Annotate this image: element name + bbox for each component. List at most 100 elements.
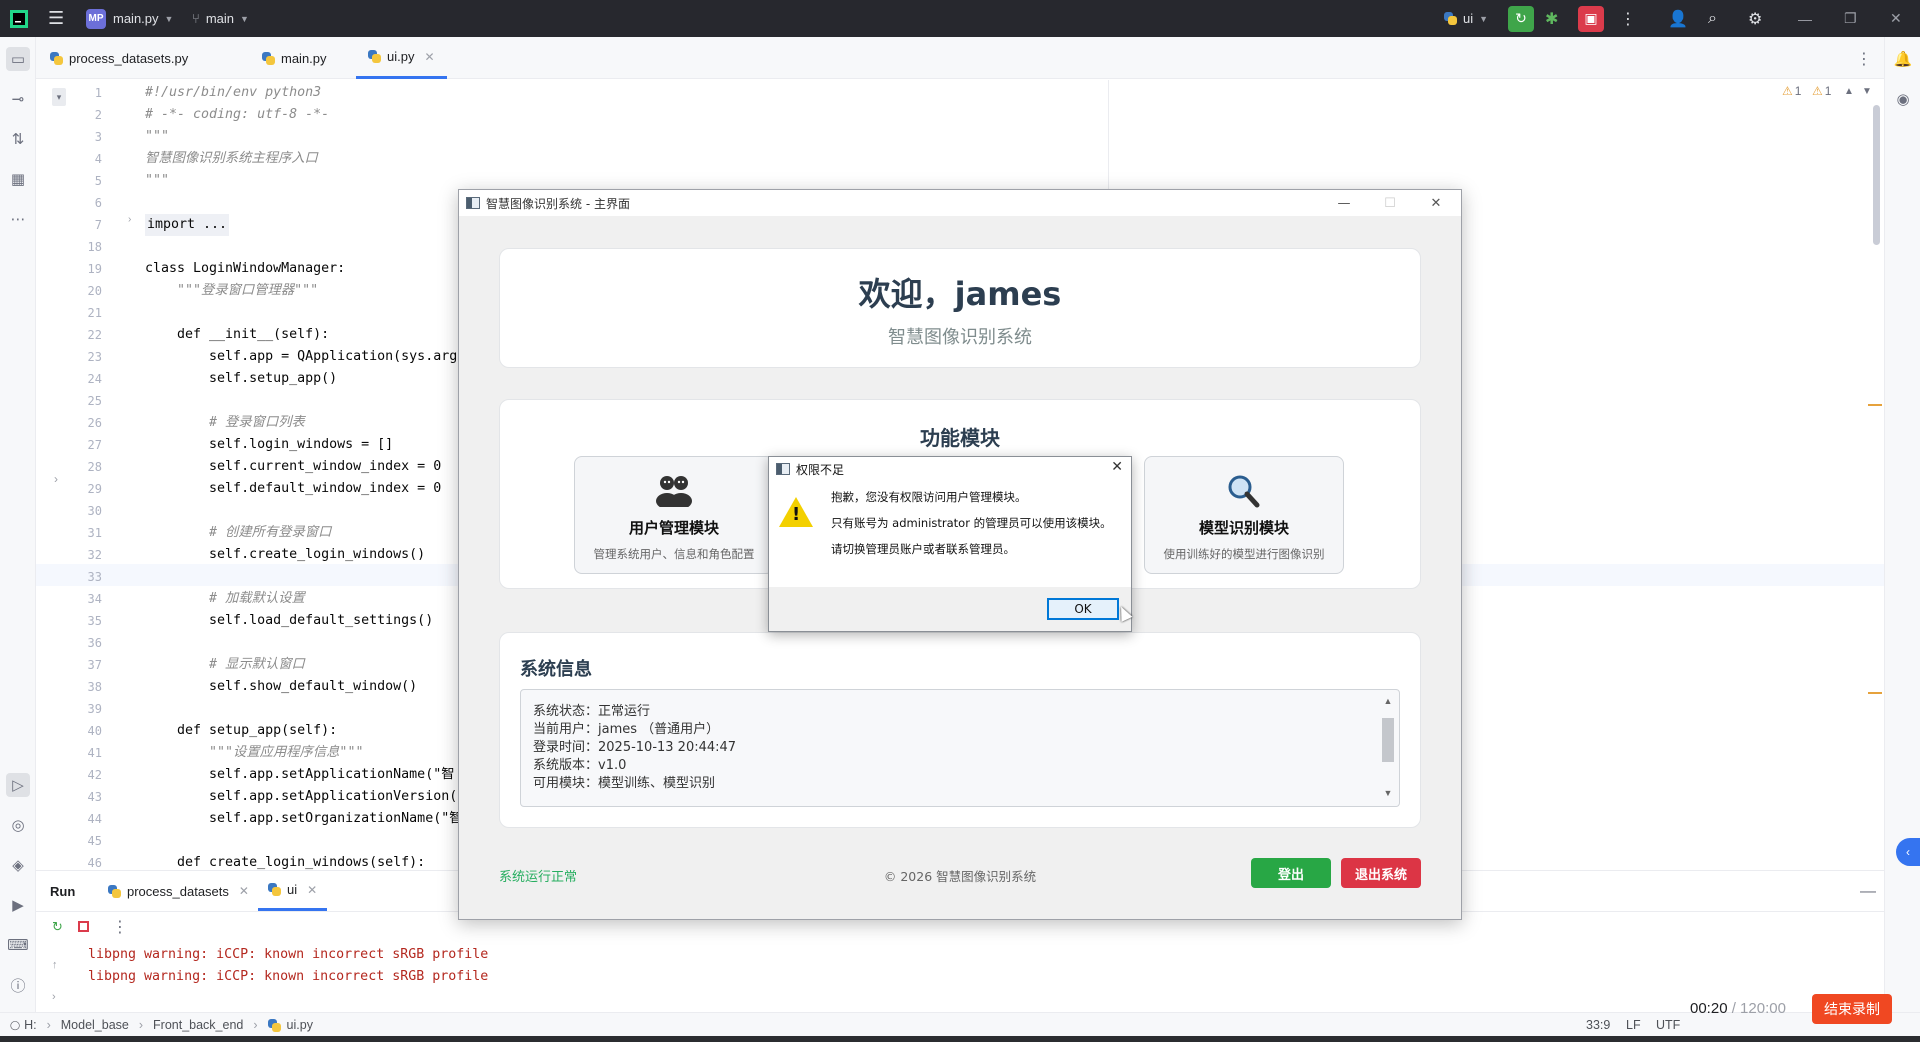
layers-icon[interactable]: ◈ [6,853,30,877]
project-folder-icon[interactable]: ▭ [6,47,30,71]
terminal-icon[interactable]: ⌨ [6,933,30,957]
warning-stripe-marker[interactable] [1868,692,1882,694]
python-packages-icon[interactable]: ◎ [6,813,30,837]
code-line[interactable]: self.app.setApplicationName("智 [145,764,454,786]
code-line[interactable]: self.show_default_window() [145,676,417,698]
model-recognition-module[interactable]: 模型识别模块 使用训练好的模型进行图像识别 [1144,456,1344,574]
run-tab-ui[interactable]: ui ✕ [258,871,328,911]
more-actions-icon[interactable]: ⋮ [112,917,128,937]
code-line[interactable]: # 创建所有登录窗口 [145,522,331,544]
tab-options-icon[interactable]: ⋮ [1856,49,1872,69]
tab-close-icon[interactable]: ✕ [424,50,434,64]
tab-close-icon[interactable]: ✕ [239,884,249,898]
code-line[interactable]: # 显示默认窗口 [145,654,305,676]
fold-arrow-icon[interactable]: › [128,214,131,225]
branch-selector[interactable]: ⑂ main ▼ [192,0,249,37]
commit-icon[interactable]: ⊸ [6,87,30,111]
pull-requests-icon[interactable]: ⇅ [6,127,30,151]
code-line[interactable]: self.current_window_index = 0 [145,456,441,478]
system-info-scrollbar[interactable]: ▲ ▼ [1381,696,1395,800]
expand-icon[interactable]: › [52,991,56,1003]
stop-recording-button[interactable]: 结束录制 [1812,994,1892,1024]
run-tool-icon[interactable]: ▷ [6,773,30,797]
fold-toggle-icon[interactable]: ▾ [52,88,66,106]
code-line[interactable]: """设置应用程序信息""" [145,742,363,764]
maximize-icon[interactable]: ☐ [1367,190,1413,216]
add-user-icon[interactable]: 👤 [1668,0,1688,37]
notifications-icon[interactable]: 🔔 [1891,47,1915,71]
code-line[interactable]: 智慧图像识别系统主程序入口 [145,148,318,170]
expand-panel-icon[interactable]: › [54,472,58,486]
code-line[interactable]: class LoginWindowManager: [145,258,345,280]
services-icon[interactable]: ▶ [6,893,30,917]
code-line[interactable]: import ... [145,214,230,236]
scroll-thumb[interactable] [1382,718,1394,762]
user-management-module[interactable]: 用户管理模块 管理系统用户、信息和角色配置 [574,456,774,574]
close-icon[interactable]: ✕ [1413,190,1459,216]
main-menu-icon[interactable]: ☰ [48,0,64,37]
code-line[interactable]: """ [145,126,169,148]
system-info-text-box[interactable]: 系统状态：正常运行 当前用户：james （普通用户） 登录时间：2025-10… [520,689,1400,807]
code-line[interactable]: self.default_window_index = 0 [145,478,441,500]
rerun-button[interactable]: ↻ [1508,0,1534,37]
stop-button[interactable]: ▣ [1578,0,1604,37]
code-line[interactable]: #!/usr/bin/env python3 [145,82,321,104]
run-tab-process-datasets[interactable]: process_datasets ✕ [104,871,253,911]
settings-gear-icon[interactable]: ⚙ [1748,0,1762,37]
ai-assistant-icon[interactable]: ◉ [1891,87,1915,111]
search-icon[interactable]: ⌕ [1708,0,1717,37]
scroll-up-icon[interactable]: ▲ [1381,696,1395,706]
pycharm-logo-icon[interactable] [10,0,28,37]
line-separator[interactable]: LF [1626,1013,1641,1037]
tab-process-datasets[interactable]: process_datasets.py [46,37,192,79]
code-line[interactable]: self.load_default_settings() [145,610,433,632]
code-line[interactable]: """登录窗口管理器""" [145,280,318,302]
code-line[interactable]: self.setup_app() [145,368,337,390]
panel-minimize-icon[interactable]: — [1860,883,1876,901]
ok-button[interactable]: OK [1047,598,1119,620]
warning-stripe-marker[interactable] [1868,404,1882,406]
warnings-indicator[interactable]: ⚠ 1 [1782,84,1801,98]
tab-close-icon[interactable]: ✕ [307,883,317,897]
stop-icon[interactable] [78,921,89,932]
minimize-icon[interactable]: — [1321,190,1367,216]
breadcrumb-item[interactable]: H: [24,1018,37,1032]
weak-warnings-indicator[interactable]: ⚠ 1 [1812,84,1831,98]
minimize-icon[interactable]: — [1798,0,1812,37]
previous-highlight-icon[interactable]: ▲ [1844,86,1854,97]
breadcrumb-item[interactable]: Model_base [61,1018,129,1032]
tab-ui[interactable]: ui.py ✕ [356,37,447,79]
debug-button[interactable]: ✱ [1545,0,1558,37]
code-line[interactable]: # 登录窗口列表 [145,412,305,434]
code-line[interactable]: self.app.setOrganizationName("智 [145,808,462,830]
code-line[interactable]: self.app = QApplication(sys.arg [145,346,457,368]
scroll-down-icon[interactable]: ▼ [1381,788,1395,798]
breadcrumb-item[interactable]: ui.py [287,1018,313,1032]
app-window-title-bar[interactable]: 智慧图像识别系统 - 主界面 — ☐ ✕ [459,190,1461,216]
close-icon[interactable]: ✕ [1890,0,1902,37]
caret-position[interactable]: 33:9 [1586,1013,1610,1037]
code-line[interactable]: # -*- coding: utf-8 -*- [145,104,329,126]
rerun-icon[interactable]: ↻ [52,919,63,935]
breadcrumb-item[interactable]: Front_back_end [153,1018,243,1032]
problems-icon[interactable]: ⓘ [6,973,30,997]
logout-button[interactable]: 登出 [1251,858,1331,888]
tab-main[interactable]: main.py [258,37,331,79]
file-encoding[interactable]: UTF [1656,1013,1680,1037]
code-line[interactable]: # 加载默认设置 [145,588,305,610]
scroll-up-icon[interactable]: ↑ [52,959,58,971]
code-line[interactable]: def __init__(self): [145,324,329,346]
exit-system-button[interactable]: 退出系统 [1341,858,1421,888]
code-line[interactable]: def setup_app(self): [145,720,337,742]
structure-icon[interactable]: ▦ [6,167,30,191]
code-line[interactable]: self.create_login_windows() [145,544,425,566]
restore-icon[interactable]: ❐ [1844,0,1857,37]
run-config-selector[interactable]: ui ▼ [1444,0,1488,37]
collapse-sidebar-icon[interactable]: ‹ [1896,838,1920,866]
code-line[interactable]: self.login_windows = [] [145,434,393,456]
code-line[interactable]: """ [145,170,169,192]
editor-scrollbar[interactable] [1873,105,1880,245]
more-tools-icon[interactable]: ⋯ [6,207,30,231]
dialog-title-bar[interactable]: 权限不足 ✕ [769,457,1131,481]
next-highlight-icon[interactable]: ▼ [1862,86,1872,97]
